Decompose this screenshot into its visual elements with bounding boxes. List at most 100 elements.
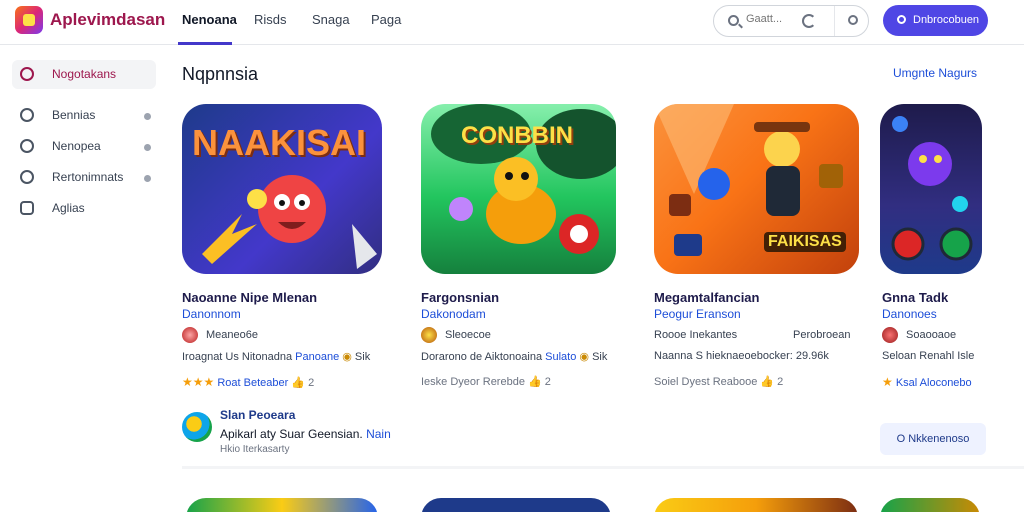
section-divider — [182, 466, 1024, 469]
avatar — [882, 327, 898, 343]
rating-row: Soiel Dyest Reabooe 👍 2 — [654, 375, 783, 388]
sidebar-item-rertonimnats[interactable]: Rertonimnats — [20, 168, 160, 188]
notification-dot — [144, 113, 151, 120]
meta-text: Naanna S hieknaeoebocker: — [654, 350, 793, 362]
notification-dot — [144, 144, 151, 151]
game-banner-text: FAIKISAS — [764, 232, 846, 252]
developer-subtext: Soaooaoe — [906, 329, 957, 341]
app-meta: Naanna S hieknaeoebocker: 29.96k — [654, 350, 829, 362]
sidebar-item-label: Rertonimnats — [52, 170, 124, 184]
app-meta: Dorarono de Aiktonoaina Sulato ◉ Sik — [421, 350, 607, 363]
star-icon: ★★★ — [182, 375, 215, 389]
sidebar-item-bennias[interactable]: Bennias — [20, 106, 160, 126]
app-card-image[interactable] — [880, 104, 982, 274]
app-developer[interactable]: Danonoes — [882, 307, 937, 321]
rating-count: 2 — [308, 377, 315, 389]
tab-snaga[interactable]: Snaga — [312, 12, 350, 27]
signin-button[interactable]: Dnbrocobuen — [883, 5, 988, 36]
sidebar-item-label: Nenopea — [52, 139, 101, 153]
thumbs-up-icon: 👍 — [291, 377, 306, 389]
app-developer[interactable]: Peogur Eranson — [654, 307, 741, 321]
signin-label: Dnbrocobuen — [913, 14, 980, 26]
app-name[interactable]: Fargonsnian — [421, 290, 499, 305]
app-card-image[interactable]: NAAKISAI — [182, 104, 382, 274]
grid-icon — [20, 201, 34, 215]
rating-row: Ieske Dyeor Rerebde 👍 2 — [421, 375, 551, 388]
tab-risds[interactable]: Risds — [254, 12, 287, 27]
top-header: Aplevimdasan Nenoana Risds Snaga Paga Dn… — [0, 0, 1024, 45]
developer-subtext: Meaneo6e — [206, 329, 258, 341]
thumbs-up-icon: 👍 — [528, 376, 542, 388]
meta-link[interactable]: Sulato — [545, 351, 576, 363]
rating-link[interactable]: Roat Beteaber — [217, 377, 288, 389]
game-artwork — [891, 116, 973, 261]
search-bar[interactable] — [713, 5, 869, 37]
app-card-image[interactable] — [186, 498, 378, 512]
notification-dot — [144, 175, 151, 182]
rating-row: ★★★ Roat Beteaber 👍 2 — [182, 375, 314, 389]
meta-text: Iroagnat Us Nitonadna — [182, 351, 293, 363]
voice-search-icon[interactable] — [848, 15, 858, 25]
app-developer[interactable]: Dakonodam — [421, 307, 486, 321]
meta-extra: Sik — [592, 351, 608, 363]
app-logo-icon[interactable] — [15, 6, 43, 34]
developer-row: Roooe Inekantes Perobroean — [654, 327, 854, 343]
meta-text: Dorarono de Aiktonoaina — [421, 351, 543, 363]
thumbs-up-icon: 👍 — [760, 376, 775, 388]
promo-body-link[interactable]: Nain — [366, 427, 391, 441]
promo-title[interactable]: Slan Peoeara — [220, 408, 295, 422]
sidebar-item-home[interactable]: Nogotakans — [20, 65, 160, 85]
sidebar-item-label: Nogotakans — [52, 67, 117, 81]
search-input[interactable] — [746, 13, 806, 25]
active-tab-indicator — [178, 42, 232, 45]
rating-link[interactable]: Ieske Dyeor Rerebde — [421, 376, 525, 388]
rating-row: ★ Ksal Aloconebo — [882, 375, 972, 389]
search-divider — [834, 6, 835, 36]
meta-extra: 29.96k — [795, 350, 829, 362]
coin-icon: ◉ — [342, 351, 352, 363]
rating-link[interactable]: Ksal Aloconebo — [896, 377, 972, 389]
refresh-icon[interactable] — [802, 14, 816, 28]
developer-extra: Perobroean — [793, 329, 851, 341]
rating-count: 2 — [544, 376, 551, 388]
app-name[interactable]: Megamtalfancian — [654, 290, 759, 305]
sidebar-item-nenopea[interactable]: Nenopea — [20, 137, 160, 157]
users-icon — [20, 108, 34, 122]
tab-home[interactable]: Nenoana — [182, 12, 237, 27]
app-developer[interactable]: Danonnom — [182, 307, 241, 321]
avatar — [182, 327, 198, 343]
app-card-image[interactable] — [880, 498, 980, 512]
app-meta: Seloan Renahl Isle — [882, 350, 975, 362]
app-meta: Iroagnat Us Nitonadna Panoane ◉ Sik — [182, 350, 370, 363]
sidebar-item-label: Bennias — [52, 108, 96, 122]
promo-button[interactable]: O Nkkenenoso — [880, 423, 986, 455]
app-card-image[interactable]: FAIKISAS — [654, 104, 859, 274]
app-name[interactable]: Gnna Tadk — [882, 290, 948, 305]
promo-body: Apikarl aty Suar Geensian. Nain — [220, 427, 391, 441]
developer-subtext: Roooe Inekantes — [654, 329, 738, 341]
section-title: Nqpnnsia — [182, 64, 259, 84]
tab-paga[interactable]: Paga — [371, 12, 401, 27]
rating-link[interactable]: Soiel Dyest Reabooe — [654, 376, 757, 388]
promo-body-text: Apikarl aty Suar Geensian. — [220, 427, 363, 441]
app-card-image[interactable] — [654, 498, 858, 512]
meta-extra: Sik — [354, 351, 371, 363]
app-name[interactable]: Naoanne Nipe Mlenan — [182, 290, 317, 305]
game-banner-text: CONBBIN — [461, 122, 573, 149]
avatar — [421, 327, 437, 343]
app-card-image[interactable] — [421, 498, 611, 512]
game-banner-text: NAAKISAI — [192, 122, 367, 163]
location-icon — [20, 170, 34, 184]
search-icon — [897, 15, 906, 24]
search-icon — [728, 15, 739, 26]
app-card-image[interactable]: CONBBIN — [421, 104, 616, 274]
meta-link[interactable]: Panoane — [295, 351, 339, 363]
sidebar-item-aglias[interactable]: Aglias — [20, 199, 160, 219]
app-title[interactable]: Aplevimdasan — [50, 10, 165, 30]
see-all-link[interactable]: Umgnte Nagurs — [893, 66, 977, 80]
developer-subtext: Sleoecoe — [445, 329, 491, 341]
promo-subtext: Hkio Iterkasarty — [220, 444, 290, 455]
coin-icon: ◉ — [579, 351, 590, 363]
sidebar-item-label: Aglias — [52, 201, 85, 215]
home-icon — [20, 67, 34, 81]
